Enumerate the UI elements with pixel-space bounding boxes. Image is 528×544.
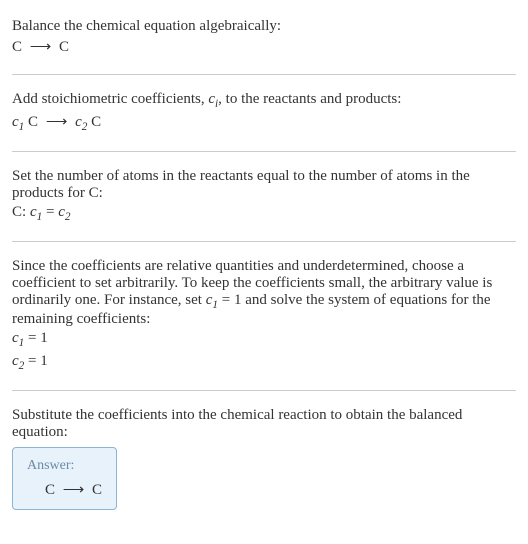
element-label: C: [12, 204, 30, 220]
divider [12, 151, 516, 152]
eq-lhs: C [12, 39, 22, 55]
value: = 1 [24, 330, 47, 346]
solve-text: Since the coefficients are relative quan… [12, 258, 516, 328]
value: = 1 [24, 353, 47, 369]
text-part: Add stoichiometric coefficients, [12, 91, 208, 107]
balanced-equation: C ⟶ C [27, 480, 102, 499]
divider [12, 74, 516, 75]
sub-2: 2 [65, 211, 71, 223]
atom-balance-text: Set the number of atoms in the reactants… [12, 168, 516, 202]
var-c1: c [30, 204, 37, 220]
var-c: c [208, 91, 215, 107]
divider [12, 241, 516, 242]
arrow-icon: ⟶ [46, 112, 68, 131]
arrow-icon: ⟶ [30, 37, 52, 56]
coeff-equation: c1 C ⟶ c2 C [12, 110, 516, 135]
answer-label: Answer: [27, 458, 102, 474]
atom-balance-equation: C: c1 = c2 [12, 202, 516, 225]
species-c: C [24, 114, 42, 130]
section-add-coefficients: Add stoichiometric coefficients, ci, to … [12, 81, 516, 145]
answer-box: Answer: C ⟶ C [12, 447, 117, 510]
substitute-text: Substitute the coefficients into the che… [12, 407, 516, 441]
eq-rhs: C [92, 482, 102, 498]
var-c2: c [75, 114, 82, 130]
unbalanced-equation: C ⟶ C [12, 35, 516, 58]
section-solve: Since the coefficients are relative quan… [12, 248, 516, 384]
arrow-icon: ⟶ [63, 480, 85, 499]
text-part: , to the reactants and products: [218, 91, 401, 107]
eq-lhs: C [45, 482, 55, 498]
eq-rhs: C [59, 39, 69, 55]
section-balance-header: Balance the chemical equation algebraica… [12, 8, 516, 68]
solution-c1: c1 = 1 [12, 328, 516, 351]
var-c1: c [12, 114, 19, 130]
var-c2: c [12, 353, 19, 369]
section-answer: Substitute the coefficients into the che… [12, 397, 516, 520]
var-c2: c [58, 204, 65, 220]
section-atom-balance: Set the number of atoms in the reactants… [12, 158, 516, 235]
equals: = [42, 204, 58, 220]
solution-c2: c2 = 1 [12, 351, 516, 374]
var-c1: c [12, 330, 19, 346]
balance-instruction: Balance the chemical equation algebraica… [12, 18, 516, 35]
divider [12, 390, 516, 391]
species-c: C [87, 114, 101, 130]
add-coeff-text: Add stoichiometric coefficients, ci, to … [12, 91, 516, 110]
